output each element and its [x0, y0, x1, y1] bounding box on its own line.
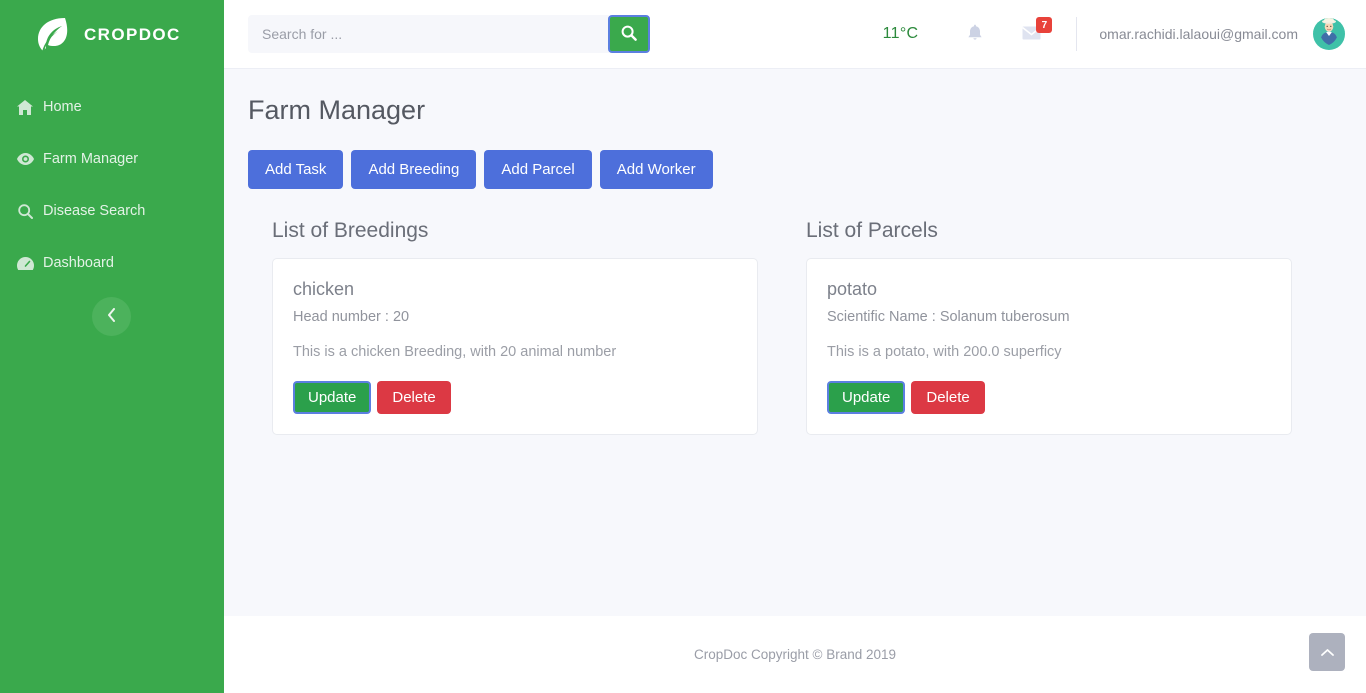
- scroll-to-top-button[interactable]: [1309, 633, 1345, 671]
- notifications-button[interactable]: [954, 13, 996, 55]
- farmer-avatar-icon: [1313, 18, 1345, 50]
- header-divider: [1076, 17, 1078, 51]
- search-submit-button[interactable]: [608, 15, 650, 53]
- sidebar-item-label: Home: [43, 99, 82, 115]
- action-button-row: Add Task Add Breeding Add Parcel Add Wor…: [248, 150, 1342, 189]
- footer: CropDoc Copyright © Brand 2019: [224, 616, 1366, 693]
- sidebar-item-home[interactable]: Home: [0, 81, 224, 133]
- breedings-title: List of Breedings: [272, 219, 429, 242]
- bell-icon: [967, 24, 983, 45]
- breeding-name: chicken: [293, 279, 355, 299]
- content-area: Farm Manager Add Task Add Breeding Add P…: [224, 69, 1366, 616]
- parcel-name: potato: [827, 279, 878, 299]
- brand-name: CROPDOC: [84, 24, 181, 44]
- sidebar-item-disease-search[interactable]: Disease Search: [0, 185, 224, 237]
- eye-icon: [16, 153, 34, 165]
- breeding-update-button[interactable]: Update: [293, 381, 372, 414]
- sidebar-item-label: Farm Manager: [43, 151, 139, 167]
- sidebar-item-label: Disease Search: [43, 203, 146, 219]
- parcels-title: List of Parcels: [806, 219, 938, 242]
- breeding-card-actions: Update Delete: [293, 381, 737, 414]
- search-input[interactable]: [248, 15, 609, 53]
- page-title: Farm Manager: [248, 95, 426, 125]
- breeding-delete-button[interactable]: Delete: [377, 381, 451, 414]
- parcel-update-button[interactable]: Update: [827, 381, 906, 414]
- add-worker-button[interactable]: Add Worker: [599, 150, 713, 189]
- add-breeding-button[interactable]: Add Breeding: [351, 150, 477, 189]
- brand[interactable]: CROPDOC: [0, 0, 224, 69]
- avatar[interactable]: [1313, 18, 1345, 50]
- sidebar-nav: Home Farm Manager Disease Search Dashboa…: [0, 81, 224, 289]
- app-root: CROPDOC Home Farm Manager Disease Search: [0, 0, 1366, 693]
- leaf-icon: [34, 15, 70, 55]
- sidebar-item-farm-manager[interactable]: Farm Manager: [0, 133, 224, 185]
- main-area: 11°C: [224, 0, 1366, 693]
- messages-button[interactable]: 7: [1012, 13, 1054, 55]
- user-email: omar.rachidi.lalaoui@gmail.com: [1099, 26, 1298, 42]
- search-icon: [16, 203, 34, 219]
- home-icon: [16, 99, 34, 115]
- parcel-delete-button[interactable]: Delete: [911, 381, 985, 414]
- copyright-text: CropDoc Copyright © Brand 2019: [693, 647, 897, 662]
- sidebar-collapse-button[interactable]: [92, 297, 131, 336]
- sidebar-item-dashboard[interactable]: Dashboard: [0, 237, 224, 289]
- parcel-description: This is a potato, with 200.0 superficy: [827, 344, 1062, 360]
- parcel-subtitle: Scientific Name : Solanum tuberosum: [827, 309, 1070, 325]
- topbar-right: 11°C 7 omar.rachidi.lalaoui@gmail.com: [883, 13, 1345, 55]
- add-parcel-button[interactable]: Add Parcel: [484, 150, 592, 189]
- breeding-subtitle: Head number : 20: [293, 309, 410, 325]
- parcels-column: List of Parcels potato Scientific Name :…: [782, 219, 1316, 435]
- search-bar: [248, 15, 650, 53]
- parcel-card: potato Scientific Name : Solanum tuberos…: [806, 258, 1292, 435]
- search-icon: [621, 25, 637, 44]
- sidebar: CROPDOC Home Farm Manager Disease Search: [0, 0, 224, 693]
- dashboard-icon: [16, 256, 34, 270]
- chevron-left-icon: [107, 308, 116, 325]
- topbar: 11°C: [224, 0, 1366, 69]
- parcel-card-actions: Update Delete: [827, 381, 1271, 414]
- add-task-button[interactable]: Add Task: [248, 150, 344, 189]
- lists-columns: List of Breedings chicken Head number : …: [248, 219, 1342, 435]
- breedings-column: List of Breedings chicken Head number : …: [248, 219, 782, 435]
- messages-badge: 7: [1036, 17, 1053, 33]
- sidebar-item-label: Dashboard: [43, 255, 114, 271]
- temperature-display: 11°C: [882, 25, 919, 42]
- chevron-up-icon: [1320, 645, 1334, 660]
- breeding-description: This is a chicken Breeding, with 20 anim…: [293, 344, 617, 360]
- breeding-card: chicken Head number : 20 This is a chick…: [272, 258, 758, 435]
